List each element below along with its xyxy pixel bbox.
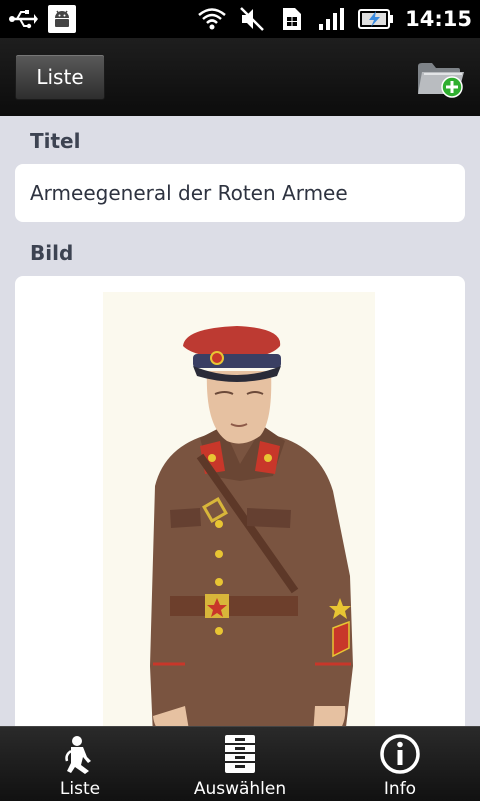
clock: 14:15 [405, 7, 472, 31]
tab-liste[interactable]: Liste [0, 727, 160, 801]
image-label: Bild [30, 241, 74, 265]
folder-add-icon[interactable] [414, 56, 466, 100]
figure-icon [65, 736, 91, 774]
title-label: Titel [30, 129, 81, 153]
liste-button[interactable]: Liste [15, 54, 105, 100]
battery-charging-icon [357, 4, 395, 34]
title-field[interactable]: Armeegeneral der Roten Armee [15, 164, 465, 222]
cabinet-icon [225, 735, 255, 773]
android-debug-icon [48, 5, 76, 33]
image-card[interactable] [15, 276, 465, 726]
bottom-tab-bar: Liste Auswählen Info [0, 726, 480, 801]
title-value: Armeegeneral der Roten Armee [30, 181, 348, 205]
tab-liste-label: Liste [59, 779, 101, 799]
sim-icon [277, 4, 307, 34]
detail-content[interactable]: Titel Armeegeneral der Roten Armee Bild [0, 116, 480, 726]
info-icon [380, 734, 420, 774]
mute-icon [237, 4, 267, 34]
status-bar: 14:15 [0, 0, 480, 38]
tab-info-label: Info [383, 779, 417, 799]
tab-auswaehlen[interactable]: Auswählen [160, 727, 320, 801]
action-bar: Liste [0, 38, 480, 116]
wifi-icon [197, 4, 227, 34]
uniform-illustration [103, 292, 375, 726]
tab-info[interactable]: Info [320, 727, 480, 801]
signal-icon [317, 4, 347, 34]
tab-auswaehlen-label: Auswählen [193, 779, 287, 799]
usb-icon [8, 4, 38, 34]
